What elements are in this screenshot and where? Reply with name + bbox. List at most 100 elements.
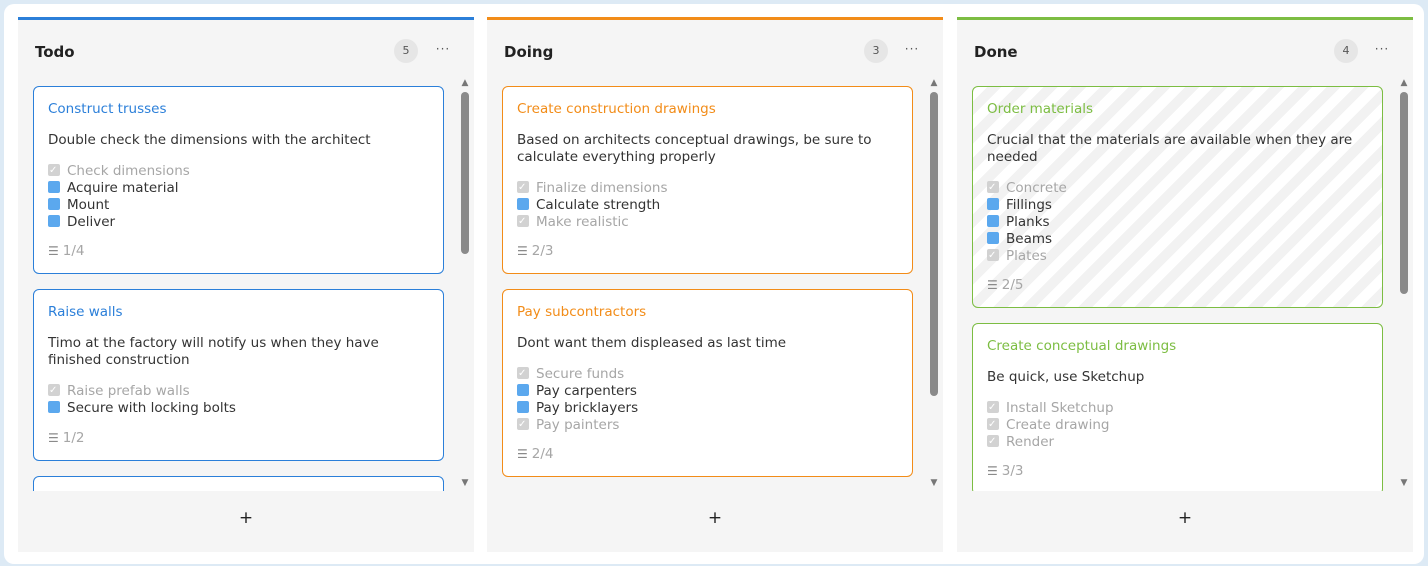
checklist-item-label: Render bbox=[1006, 434, 1055, 450]
checklist-icon: ☰ bbox=[48, 431, 59, 445]
checklist-item[interactable]: Install Sketchup bbox=[987, 399, 1114, 417]
checkbox-checked[interactable] bbox=[987, 179, 999, 196]
scroll-thumb[interactable] bbox=[930, 92, 938, 396]
add-card-button[interactable]: + bbox=[1173, 507, 1197, 531]
checklist-item[interactable]: Mount bbox=[48, 197, 190, 214]
checkbox-unchecked[interactable] bbox=[48, 401, 60, 413]
column-title: Done bbox=[974, 43, 1018, 61]
checkbox-checked[interactable] bbox=[517, 416, 529, 433]
checklist: Secure funds Pay carpenters Pay bricklay… bbox=[517, 365, 638, 434]
checklist-item[interactable]: Make realistic bbox=[517, 213, 668, 231]
checkbox-checked[interactable] bbox=[987, 416, 999, 433]
column-card-list[interactable]: Construct trusses Double check the dimen… bbox=[18, 80, 458, 491]
scrollbar[interactable]: ▲ ▼ bbox=[1398, 78, 1410, 488]
card-description: Dont want them displeased as last time bbox=[517, 335, 787, 351]
checklist-item[interactable]: Check dimensions bbox=[48, 162, 190, 180]
column-title: Doing bbox=[504, 43, 554, 61]
scroll-up-arrow-icon[interactable]: ▲ bbox=[460, 78, 470, 88]
checkbox-unchecked[interactable] bbox=[517, 198, 529, 210]
checklist-item-label: Acquire material bbox=[67, 180, 179, 196]
column-card-list[interactable]: Create construction drawings Based on ar… bbox=[487, 80, 927, 491]
checkbox-checked[interactable] bbox=[987, 247, 999, 264]
checklist-item-label: Create drawing bbox=[1006, 417, 1110, 433]
checklist-item[interactable]: Create drawing bbox=[987, 416, 1114, 434]
scroll-thumb[interactable] bbox=[461, 92, 469, 254]
checkbox-checked[interactable] bbox=[517, 213, 529, 230]
checkbox-unchecked[interactable] bbox=[987, 215, 999, 227]
checklist-item[interactable]: Raise prefab walls bbox=[48, 382, 236, 400]
card-description: Double check the dimensions with the arc… bbox=[48, 132, 371, 148]
checkbox-unchecked[interactable] bbox=[48, 215, 60, 227]
checklist-item-label: Deliver bbox=[67, 214, 116, 230]
card-description: Timo at the factory will notify us when … bbox=[48, 335, 379, 368]
checklist-item[interactable]: Deliver bbox=[48, 214, 190, 231]
card-title[interactable]: Construct trusses bbox=[48, 101, 167, 117]
checklist: Check dimensions Acquire material Mount … bbox=[48, 162, 190, 231]
scroll-up-arrow-icon[interactable]: ▲ bbox=[929, 78, 939, 88]
checklist-progress: ☰ 2/5 bbox=[987, 277, 1024, 293]
checkbox-unchecked[interactable] bbox=[48, 198, 60, 210]
checklist-item-label: Concrete bbox=[1006, 180, 1067, 196]
checklist-item[interactable]: Beams bbox=[987, 231, 1067, 248]
scrollbar[interactable]: ▲ ▼ bbox=[459, 78, 471, 488]
column-card-list[interactable]: Order materials Crucial that the materia… bbox=[957, 80, 1397, 491]
card-order-materials[interactable]: Order materials Crucial that the materia… bbox=[972, 86, 1383, 308]
checkbox-unchecked[interactable] bbox=[48, 181, 60, 193]
checklist-item[interactable]: Secure funds bbox=[517, 365, 638, 383]
card-create-construction-drawings[interactable]: Create construction drawings Based on ar… bbox=[502, 86, 913, 274]
card-title[interactable]: Raise walls bbox=[48, 304, 123, 320]
checklist-item[interactable]: Planks bbox=[987, 214, 1067, 231]
checklist-item-label: Finalize dimensions bbox=[536, 180, 668, 196]
checklist-item[interactable]: Secure with locking bolts bbox=[48, 400, 236, 417]
checkbox-unchecked[interactable] bbox=[517, 384, 529, 396]
kanban-board: Todo 5 ··· Construct trusses Double chec… bbox=[4, 4, 1424, 564]
card-title[interactable]: Create conceptual drawings bbox=[987, 338, 1176, 354]
card-pay-subcontractors[interactable]: Pay subcontractors Dont want them disple… bbox=[502, 289, 913, 477]
card-description: Crucial that the materials are available… bbox=[987, 132, 1353, 165]
checklist-item[interactable]: Render bbox=[987, 433, 1114, 451]
add-card-button[interactable]: + bbox=[703, 507, 727, 531]
checklist-item-label: Mount bbox=[67, 197, 110, 213]
checkbox-checked[interactable] bbox=[48, 162, 60, 179]
scroll-thumb[interactable] bbox=[1400, 92, 1408, 294]
checklist-item[interactable]: Pay bricklayers bbox=[517, 400, 638, 417]
checklist-progress: ☰ 2/3 bbox=[517, 243, 554, 259]
more-options-icon[interactable]: ··· bbox=[1370, 39, 1394, 63]
card-raise-walls[interactable]: Raise walls Timo at the factory will not… bbox=[33, 289, 444, 461]
checkbox-checked[interactable] bbox=[987, 399, 999, 416]
scroll-up-arrow-icon[interactable]: ▲ bbox=[1399, 78, 1409, 88]
checkbox-checked[interactable] bbox=[48, 382, 60, 399]
checklist-item[interactable]: Fillings bbox=[987, 197, 1067, 214]
more-options-icon[interactable]: ··· bbox=[900, 39, 924, 63]
card-create-conceptual-drawings[interactable]: Create conceptual drawings Be quick, use… bbox=[972, 323, 1383, 491]
checklist-progress: ☰ 1/2 bbox=[48, 430, 85, 446]
checklist-item[interactable]: Pay painters bbox=[517, 416, 638, 434]
card-title[interactable]: Create construction drawings bbox=[517, 101, 716, 117]
card-title[interactable]: Pay subcontractors bbox=[517, 304, 646, 320]
checkbox-unchecked[interactable] bbox=[987, 232, 999, 244]
checklist-item[interactable]: Plates bbox=[987, 247, 1067, 265]
checkbox-unchecked[interactable] bbox=[517, 401, 529, 413]
card-construct-trusses[interactable]: Construct trusses Double check the dimen… bbox=[33, 86, 444, 274]
checklist-item[interactable]: Pay carpenters bbox=[517, 383, 638, 400]
checklist-item-label: Raise prefab walls bbox=[67, 383, 190, 399]
scrollbar[interactable]: ▲ ▼ bbox=[928, 78, 940, 488]
card-count-badge: 5 bbox=[394, 39, 418, 63]
more-options-icon[interactable]: ··· bbox=[431, 39, 455, 63]
checklist-item[interactable]: Acquire material bbox=[48, 180, 190, 197]
checklist-item[interactable]: Finalize dimensions bbox=[517, 179, 668, 197]
card-title[interactable]: Order materials bbox=[987, 101, 1093, 117]
card-count-badge: 4 bbox=[1334, 39, 1358, 63]
checklist-item-label: Planks bbox=[1006, 214, 1050, 230]
card-count-badge: 3 bbox=[864, 39, 888, 63]
column-done: Done 4 ··· Order materials Crucial that … bbox=[957, 17, 1413, 552]
progress-count: 1/2 bbox=[62, 430, 85, 446]
checklist-icon: ☰ bbox=[48, 244, 59, 258]
add-card-button[interactable]: + bbox=[234, 507, 258, 531]
checkbox-checked[interactable] bbox=[517, 179, 529, 196]
checklist-item[interactable]: Concrete bbox=[987, 179, 1067, 197]
checkbox-checked[interactable] bbox=[517, 365, 529, 382]
checkbox-unchecked[interactable] bbox=[987, 198, 999, 210]
checkbox-checked[interactable] bbox=[987, 433, 999, 450]
checklist-item[interactable]: Calculate strength bbox=[517, 197, 668, 214]
